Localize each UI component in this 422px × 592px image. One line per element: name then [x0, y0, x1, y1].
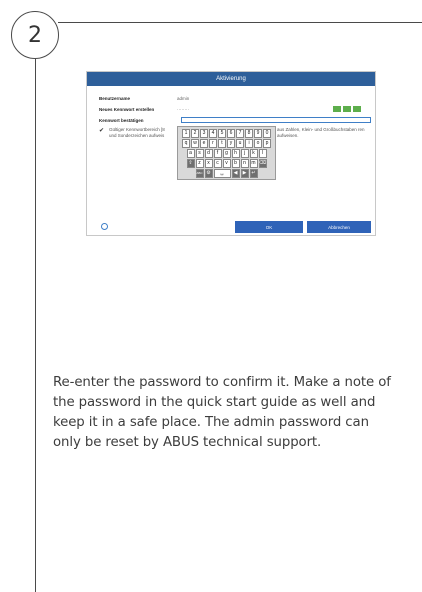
key[interactable]: j [240, 149, 249, 158]
help-icon[interactable] [101, 223, 108, 230]
key[interactable]: q [182, 139, 190, 148]
left-divider [35, 59, 36, 592]
key[interactable]: c [213, 159, 222, 168]
confirm-password-input[interactable] [181, 117, 371, 123]
keyboard-row: 1 2 3 4 5 6 7 8 9 0 [180, 129, 273, 138]
dialog-title: Aktivierung [87, 72, 375, 86]
abc-key[interactable]: ABC [195, 169, 204, 178]
backspace-key[interactable]: ⌫ [258, 159, 267, 168]
key[interactable]: 0 [263, 129, 271, 138]
key[interactable]: z [195, 159, 204, 168]
on-screen-keyboard: 1 2 3 4 5 6 7 8 9 0 q w e r t y u i o p … [177, 126, 276, 180]
instruction-text: Re-enter the password to confirm it. Mak… [53, 375, 391, 450]
top-divider [58, 22, 422, 23]
key[interactable]: v [222, 159, 231, 168]
username-value: admin [177, 95, 190, 101]
key[interactable]: b [231, 159, 240, 168]
key[interactable]: t [218, 139, 226, 148]
key[interactable]: 1 [182, 129, 190, 138]
shift-key[interactable]: ⇧ [186, 159, 195, 168]
new-password-label: Neues Kennwort erstellen [99, 106, 155, 112]
strength-bar [343, 106, 351, 112]
key[interactable]: l [258, 149, 267, 158]
password-hint-left: Gültiger Kennwortbereich [8 und Sonderze… [109, 127, 165, 138]
key[interactable]: h [231, 149, 240, 158]
key[interactable]: 4 [209, 129, 217, 138]
keyboard-row: a s d f g h j k l [180, 149, 273, 158]
settings-key[interactable]: ⚙ [204, 169, 213, 178]
username-row: Benutzername admin [99, 94, 371, 102]
new-password-value[interactable]: ········ [177, 107, 189, 112]
key[interactable]: u [236, 139, 244, 148]
keyboard-row: ⇧ z x c v b n m ⌫ [180, 159, 273, 168]
check-icon: ✔ [99, 128, 105, 134]
key[interactable]: 2 [191, 129, 199, 138]
key[interactable]: f [213, 149, 222, 158]
username-label: Benutzername [99, 95, 131, 101]
key[interactable]: i [245, 139, 253, 148]
key[interactable]: g [222, 149, 231, 158]
key[interactable]: o [254, 139, 262, 148]
ok-button[interactable]: OK [235, 221, 303, 233]
keyboard-row: ABC ⚙ ␣ ◀ ▶ ↵ [180, 169, 273, 178]
key[interactable]: 9 [254, 129, 262, 138]
key[interactable]: p [263, 139, 271, 148]
dialog-footer: OK Abbrechen [87, 219, 375, 235]
key[interactable]: 7 [236, 129, 244, 138]
key[interactable]: n [240, 159, 249, 168]
activation-screenshot: Aktivierung Benutzername admin Neues Ken… [86, 71, 376, 236]
key[interactable]: w [191, 139, 199, 148]
key[interactable]: m [249, 159, 258, 168]
key[interactable]: 5 [218, 129, 226, 138]
key[interactable]: a [186, 149, 195, 158]
key[interactable]: y [227, 139, 235, 148]
key[interactable]: 3 [200, 129, 208, 138]
left-arrow-key[interactable]: ◀ [231, 169, 240, 178]
key[interactable]: r [209, 139, 217, 148]
space-key[interactable]: ␣ [213, 169, 231, 178]
key[interactable]: x [204, 159, 213, 168]
key[interactable]: 8 [245, 129, 253, 138]
key[interactable]: k [249, 149, 258, 158]
enter-key[interactable]: ↵ [249, 169, 258, 178]
key[interactable]: s [195, 149, 204, 158]
keyboard-row: q w e r t y u i o p [180, 139, 273, 148]
strength-bar [333, 106, 341, 112]
strength-bar [353, 106, 361, 112]
key[interactable]: 6 [227, 129, 235, 138]
right-arrow-key[interactable]: ▶ [240, 169, 249, 178]
key[interactable]: d [204, 149, 213, 158]
step-number-badge: 2 [11, 11, 59, 59]
cancel-button[interactable]: Abbrechen [307, 221, 371, 233]
password-hint-right: aus Zahlen, Klein- und Großbuchstaben re… [277, 127, 365, 138]
key[interactable]: e [200, 139, 208, 148]
new-password-row: Neues Kennwort erstellen ········ [99, 105, 371, 113]
confirm-password-label: Kennwort bestätigen [99, 117, 144, 123]
